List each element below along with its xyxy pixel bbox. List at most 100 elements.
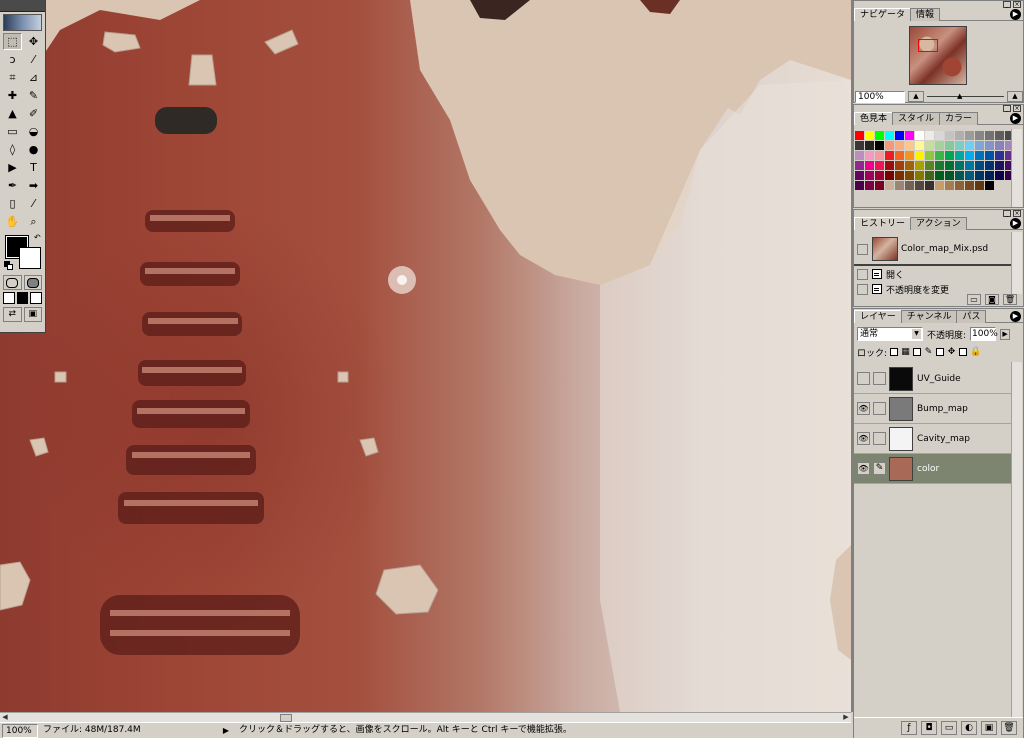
healing-brush-icon[interactable]: ✚ [3, 87, 22, 104]
color-swatch[interactable] [945, 171, 954, 180]
close-icon[interactable]: × [1013, 1, 1021, 8]
color-swatch[interactable] [945, 181, 954, 190]
color-swatch[interactable] [865, 171, 874, 180]
color-swatch[interactable] [905, 151, 914, 160]
color-swatch[interactable] [995, 171, 1004, 180]
color-swatch[interactable] [885, 171, 894, 180]
navigator-preview[interactable] [909, 26, 967, 85]
layer-link-toggle[interactable] [873, 402, 886, 415]
color-swatch[interactable] [915, 151, 924, 160]
blur-icon[interactable]: ◊ [3, 141, 22, 158]
scroll-left-icon[interactable]: ◀ [0, 713, 10, 722]
color-swatch[interactable] [915, 161, 924, 170]
color-swatch[interactable] [855, 141, 864, 150]
tab-styles[interactable]: スタイル [892, 112, 941, 125]
brush-icon[interactable]: ✎ [873, 462, 886, 475]
toolbox-titlebar[interactable] [0, 0, 45, 12]
chevron-down-icon[interactable]: ▼ [912, 329, 921, 339]
color-swatch[interactable] [855, 131, 864, 140]
color-swatch[interactable] [885, 141, 894, 150]
color-swatch[interactable] [985, 181, 994, 190]
color-swatch[interactable] [935, 181, 944, 190]
layer-link-toggle[interactable] [873, 372, 886, 385]
status-menu-arrow-icon[interactable]: ▶ [220, 726, 232, 735]
color-swatch[interactable] [885, 161, 894, 170]
navigator-zoom-field[interactable]: 100% [855, 90, 905, 103]
palette-menu-icon[interactable]: ▶ [1010, 9, 1021, 20]
tab-channels[interactable]: チャンネル [900, 310, 958, 323]
color-swatch[interactable] [975, 171, 984, 180]
eye-icon[interactable]: 👁 [857, 462, 870, 475]
layer-row[interactable]: 👁 Bump_map [854, 394, 1012, 424]
color-swatch[interactable] [975, 141, 984, 150]
document-canvas[interactable] [0, 0, 851, 712]
blend-mode-select[interactable]: 通常 ▼ [857, 327, 923, 341]
color-swatch[interactable] [855, 161, 864, 170]
color-swatch[interactable] [945, 141, 954, 150]
color-swatch[interactable] [985, 151, 994, 160]
close-icon[interactable]: × [1013, 105, 1021, 112]
zoom-in-icon[interactable]: ▲ [1007, 91, 1023, 102]
color-swatch[interactable] [995, 161, 1004, 170]
opacity-field[interactable]: 100% [970, 327, 998, 341]
color-swatch[interactable] [935, 141, 944, 150]
palette-menu-icon[interactable]: ▶ [1010, 113, 1021, 124]
scroll-thumb[interactable] [280, 714, 292, 722]
bucket-icon[interactable]: ◒ [24, 123, 43, 140]
color-swatch[interactable] [895, 161, 904, 170]
color-swatch[interactable] [965, 161, 974, 170]
path-select-icon[interactable]: ▶ [3, 159, 22, 176]
palette-menu-icon[interactable]: ▶ [1010, 218, 1021, 229]
scroll-right-icon[interactable]: ▶ [841, 713, 851, 722]
new-set-icon[interactable]: ▭ [941, 720, 957, 735]
marquee-icon[interactable]: ⬚ [3, 33, 22, 50]
palette-titlebar[interactable]: _ × [854, 210, 1023, 217]
color-swatch[interactable] [975, 181, 984, 190]
tab-navigator[interactable]: ナビゲータ [854, 8, 912, 21]
zoom-field[interactable]: 100% [2, 723, 38, 738]
notes-icon[interactable]: ▯ [3, 195, 22, 212]
tab-history[interactable]: ヒストリー [854, 217, 912, 230]
color-swatch[interactable] [935, 171, 944, 180]
palette-titlebar[interactable]: _ × [854, 105, 1023, 112]
zoom-icon[interactable]: ⌕ [24, 213, 43, 230]
history-source-checkbox[interactable] [857, 283, 868, 295]
color-swatch[interactable] [915, 131, 924, 140]
tab-paths[interactable]: パス [956, 310, 987, 323]
color-swatch[interactable] [985, 171, 994, 180]
layer-style-icon[interactable]: ƒ [901, 720, 917, 735]
color-swatch[interactable] [865, 161, 874, 170]
color-swatch[interactable] [915, 181, 924, 190]
color-swatch[interactable] [945, 161, 954, 170]
adjustment-layer-icon[interactable]: ◐ [961, 720, 977, 735]
color-swatch[interactable] [895, 141, 904, 150]
color-swatch[interactable] [875, 131, 884, 140]
zoom-out-icon[interactable]: ▲ [908, 91, 924, 102]
color-swatch[interactable] [975, 151, 984, 160]
move-icon[interactable]: ✥ [24, 33, 43, 50]
color-swatch[interactable] [865, 131, 874, 140]
tab-color[interactable]: カラー [939, 112, 979, 125]
tab-swatches[interactable]: 色見本 [854, 112, 894, 125]
history-snapshot[interactable]: Color_map_Mix.psd [854, 234, 1011, 264]
color-swatch[interactable] [915, 141, 924, 150]
color-swatch[interactable] [875, 151, 884, 160]
color-swatch[interactable] [935, 131, 944, 140]
color-swatch[interactable] [875, 181, 884, 190]
layer-row[interactable]: UV_Guide [854, 364, 1012, 394]
color-swatch[interactable] [965, 181, 974, 190]
color-swatch[interactable] [995, 131, 1004, 140]
layers-scrollbar[interactable] [1011, 362, 1022, 717]
default-colors-icon[interactable] [4, 261, 13, 270]
color-swatch[interactable] [965, 151, 974, 160]
new-document-icon[interactable]: ▭ [967, 294, 981, 305]
color-swatch[interactable] [875, 161, 884, 170]
color-swatch[interactable] [905, 171, 914, 180]
color-swatch[interactable] [925, 131, 934, 140]
color-swatch[interactable] [905, 131, 914, 140]
color-swatch[interactable] [895, 151, 904, 160]
new-layer-icon[interactable]: ▣ [981, 720, 997, 735]
color-swatch[interactable] [995, 151, 1004, 160]
color-swatch[interactable] [955, 131, 964, 140]
lasso-icon[interactable]: ↄ [3, 51, 22, 68]
